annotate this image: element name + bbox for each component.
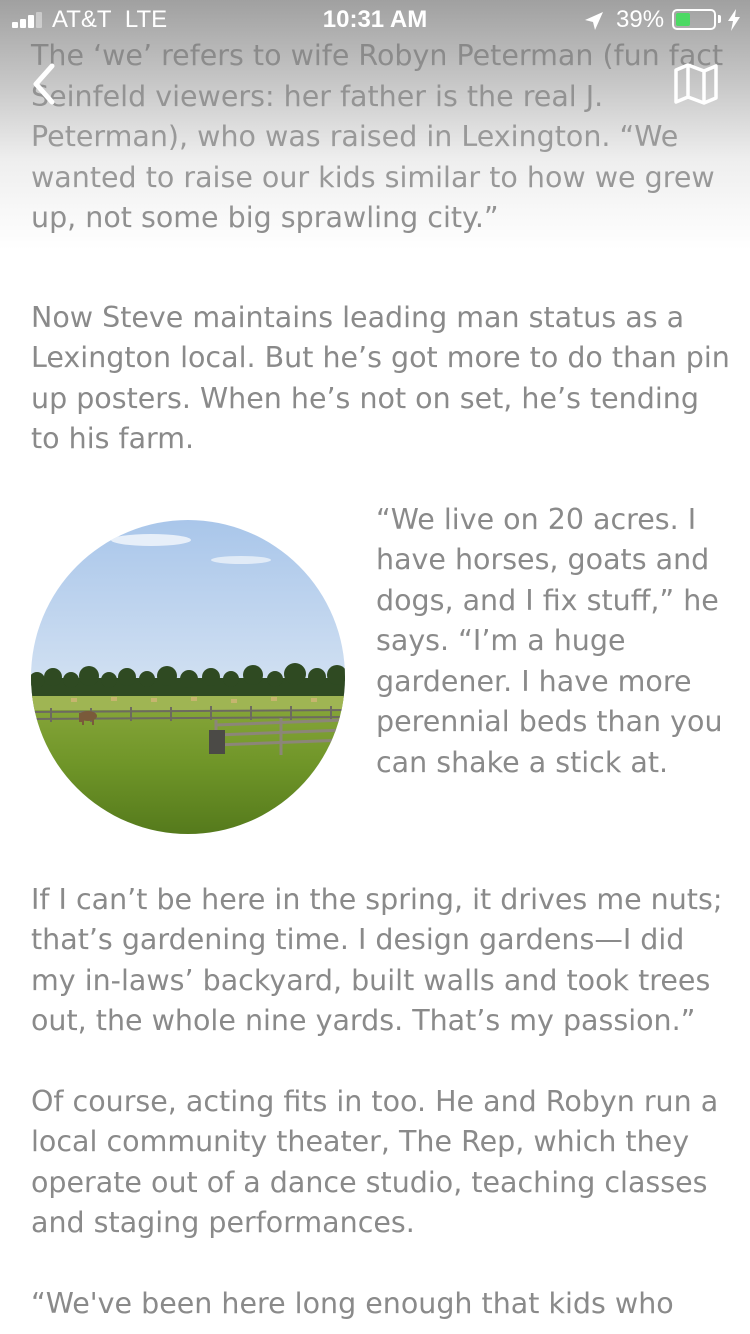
article-paragraph: Now Steve maintains leading man status a…	[31, 300, 730, 456]
map-icon	[674, 63, 718, 105]
chevron-left-icon	[33, 63, 55, 105]
battery-percent: 39%	[616, 6, 665, 33]
battery-icon	[672, 9, 716, 30]
article-paragraph: If I can’t be here in the spring, it dri…	[31, 882, 723, 1038]
map-button[interactable]	[672, 60, 720, 108]
location-arrow-icon	[585, 12, 603, 30]
status-bar: AT&T LTE 10:31 AM 39%	[0, 0, 750, 40]
farm-photo	[31, 519, 345, 834]
charging-bolt-icon	[728, 9, 740, 31]
article-paragraph: Of course, acting fits in too. He and Ro…	[31, 1084, 719, 1240]
back-button[interactable]	[26, 58, 66, 110]
image-with-quote: “We live on 20 acres. I have horses, goa…	[31, 500, 731, 880]
battery-level	[676, 13, 690, 26]
battery-nub	[718, 15, 721, 23]
article-paragraph: The ‘we’ refers to wife Robyn Peterman (…	[31, 39, 724, 234]
article-body: The ‘we’ refers to wife Robyn Peterman (…	[31, 36, 731, 1324]
article-paragraph: “We've been here long enough that kids w…	[31, 1286, 674, 1320]
article-paragraph-quote: “We live on 20 acres. I have horses, goa…	[376, 502, 723, 779]
